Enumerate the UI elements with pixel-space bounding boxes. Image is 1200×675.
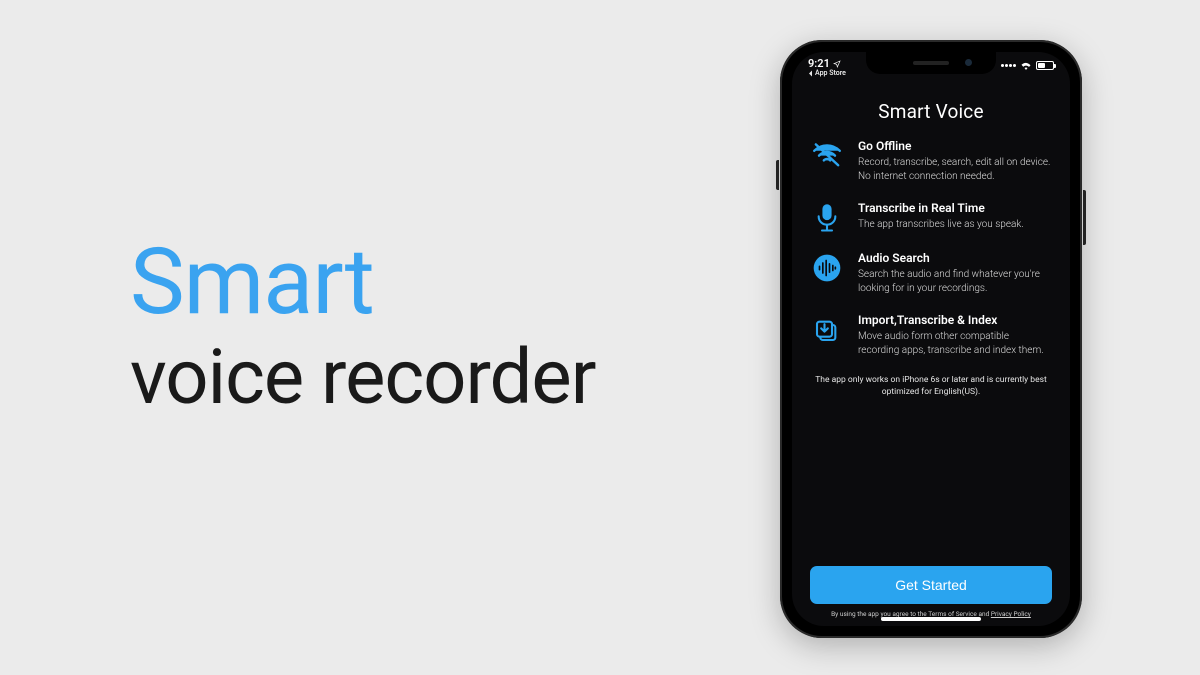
microphone-icon — [810, 201, 844, 233]
feature-audio-search: Audio Search Search the audio and find w… — [810, 251, 1052, 295]
wifi-icon — [1020, 61, 1032, 70]
status-back-link[interactable]: App Store — [808, 70, 846, 77]
status-time-text: 9:21 — [808, 58, 830, 69]
status-left: 9:21 App Store — [808, 58, 846, 77]
front-camera — [965, 59, 972, 66]
hero-text: Smart voice recorder — [130, 235, 595, 417]
home-indicator[interactable] — [881, 617, 981, 621]
feature-desc: Record, transcribe, search, edit all on … — [858, 156, 1052, 183]
status-time: 9:21 — [808, 58, 846, 69]
feature-title: Go Offline — [858, 139, 1052, 153]
waveform-icon — [810, 251, 844, 283]
feature-import: Import,Transcribe & Index Move audio for… — [810, 313, 1052, 357]
feature-transcribe-realtime: Transcribe in Real Time The app transcri… — [810, 201, 1052, 233]
app-title: Smart Voice — [810, 100, 1052, 123]
feature-list: Go Offline Record, transcribe, search, e… — [810, 139, 1052, 357]
feature-desc: Search the audio and find whatever you'r… — [858, 268, 1052, 295]
feature-title: Transcribe in Real Time — [858, 201, 1052, 215]
wifi-off-icon — [810, 139, 844, 167]
feature-title: Import,Transcribe & Index — [858, 313, 1052, 327]
get-started-button[interactable]: Get Started — [810, 566, 1052, 604]
import-icon — [810, 313, 844, 345]
feature-desc: Move audio form other compatible recordi… — [858, 330, 1052, 357]
status-back-label: App Store — [815, 70, 846, 77]
battery-icon — [1036, 61, 1054, 70]
privacy-policy-link[interactable]: Privacy Policy — [991, 610, 1031, 618]
phone-notch — [866, 52, 996, 74]
location-arrow-icon — [833, 60, 841, 68]
feature-desc: The app transcribes live as you speak. — [858, 218, 1052, 232]
feature-title: Audio Search — [858, 251, 1052, 265]
feature-go-offline: Go Offline Record, transcribe, search, e… — [810, 139, 1052, 183]
status-right — [1001, 61, 1054, 70]
hero-line-2: voice recorder — [130, 338, 595, 418]
phone-frame: 9:21 App Store Smart Voice — [780, 40, 1082, 638]
hero-line-1: Smart — [130, 235, 595, 332]
speaker-grille — [913, 61, 949, 65]
phone-screen: 9:21 App Store Smart Voice — [792, 52, 1070, 626]
compatibility-disclaimer: The app only works on iPhone 6s or later… — [810, 375, 1052, 399]
cellular-signal-icon — [1001, 64, 1016, 67]
chevron-left-icon — [808, 70, 813, 77]
onboarding-content: Smart Voice Go Offline Record, transcrib… — [792, 88, 1070, 626]
